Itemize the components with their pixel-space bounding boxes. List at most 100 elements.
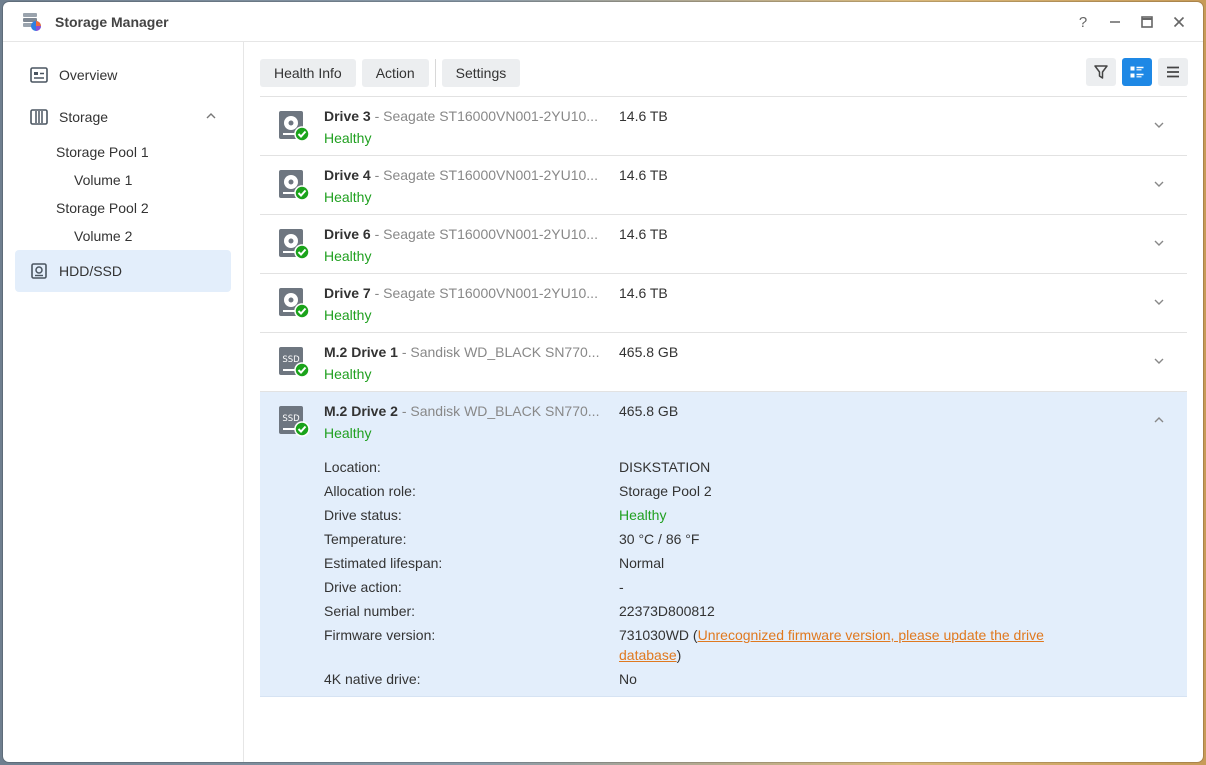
- minimize-button[interactable]: [1103, 10, 1127, 34]
- sidebar-item-label: HDD/SSD: [59, 263, 123, 279]
- detail-value: Healthy: [619, 507, 667, 523]
- ssd-label: SSD: [282, 355, 300, 365]
- sidebar-item-overview[interactable]: Overview: [15, 54, 231, 96]
- minimize-icon: [1110, 21, 1120, 23]
- drive-model: - Seagate ST16000VN001-2YU10...: [370, 226, 598, 242]
- drive-name: Drive 6: [324, 226, 371, 242]
- view-toggle-group: [1086, 58, 1188, 86]
- drive-title: Drive 4 - Seagate ST16000VN001-2YU10...: [324, 167, 598, 183]
- drive-model: - Seagate ST16000VN001-2YU10...: [370, 108, 598, 124]
- list-view-button[interactable]: [1158, 58, 1188, 86]
- drive-details: Location: DISKSTATION Allocation role: Sto…: [324, 457, 1124, 693]
- detail-drive-status: Drive status: Healthy: [324, 505, 1124, 525]
- drive-row[interactable]: SSD M.2 Drive 1 - Sandisk WD_BLACK SN770…: [260, 333, 1187, 392]
- drive-status: Healthy: [324, 248, 372, 264]
- ssd-label: SSD: [282, 414, 300, 424]
- sidebar-item-storage[interactable]: Storage: [15, 96, 231, 138]
- settings-button[interactable]: Settings: [441, 59, 521, 87]
- action-button[interactable]: Action: [361, 59, 429, 87]
- chevron-down-icon[interactable]: [1153, 237, 1165, 249]
- drive-title: Drive 3 - Seagate ST16000VN001-2YU10...: [324, 108, 598, 124]
- drive-title: Drive 6 - Seagate ST16000VN001-2YU10...: [324, 226, 598, 242]
- button-label: Health Info: [274, 65, 342, 81]
- drive-row[interactable]: Drive 3 - Seagate ST16000VN001-2YU10... …: [260, 97, 1187, 156]
- detail-list-icon: [1130, 66, 1144, 78]
- chevron-up-icon[interactable]: [1153, 414, 1165, 426]
- close-icon: [1173, 16, 1185, 28]
- drive-status: Healthy: [324, 366, 372, 382]
- sidebar-item-storage-pool-1[interactable]: Storage Pool 1: [15, 138, 231, 166]
- drive-name: Drive 3: [324, 108, 371, 124]
- storage-manager-window: Storage Manager ? Overview Storage Stora…: [3, 2, 1203, 762]
- detail-value: 731030WD (Unrecognized firmware version,…: [619, 625, 1089, 665]
- toolbar-divider: [434, 59, 436, 87]
- detail-value: -: [619, 579, 624, 595]
- detail-value: 30 °C / 86 °F: [619, 531, 700, 547]
- drive-name: Drive 4: [324, 167, 371, 183]
- storage-manager-app-icon: [23, 12, 41, 31]
- chevron-down-icon[interactable]: [1153, 119, 1165, 131]
- detail-temperature: Temperature: 30 °C / 86 °F: [324, 529, 1124, 549]
- drive-status: Healthy: [324, 425, 372, 441]
- filter-button[interactable]: [1086, 58, 1116, 86]
- detail-label: Firmware version:: [324, 627, 436, 643]
- detail-drive-action: Drive action: -: [324, 577, 1124, 597]
- drive-title: M.2 Drive 1 - Sandisk WD_BLACK SN770...: [324, 344, 599, 360]
- health-info-button[interactable]: Health Info: [260, 59, 356, 87]
- hdd-healthy-icon: [279, 229, 310, 260]
- sidebar-item-label: Volume 2: [74, 228, 133, 244]
- detail-firmware-version: Firmware version: 731030WD (Unrecognized …: [324, 625, 1124, 665]
- drive-size: 14.6 TB: [619, 167, 668, 183]
- overview-icon: [30, 66, 48, 84]
- detail-label: Drive status:: [324, 507, 402, 523]
- sidebar-item-storage-pool-2[interactable]: Storage Pool 2: [15, 194, 231, 222]
- sidebar-item-label: Overview: [59, 67, 118, 83]
- sidebar-item-volume-1[interactable]: Volume 1: [15, 166, 231, 194]
- drive-status: Healthy: [324, 130, 372, 146]
- maximize-button[interactable]: [1135, 10, 1159, 34]
- maximize-icon: [1141, 16, 1153, 28]
- drive-row-expanded[interactable]: SSD M.2 Drive 2 - Sandisk WD_BLACK SN770…: [260, 392, 1187, 697]
- sidebar-item-volume-2[interactable]: Volume 2: [15, 222, 231, 250]
- window-title: Storage Manager: [55, 13, 169, 30]
- filter-icon: [1094, 65, 1108, 79]
- detail-estimated-lifespan: Estimated lifespan: Normal: [324, 553, 1124, 573]
- detail-allocation-role: Allocation role: Storage Pool 2: [324, 481, 1124, 501]
- drive-size: 14.6 TB: [619, 285, 668, 301]
- close-button[interactable]: [1167, 10, 1191, 34]
- drive-size: 14.6 TB: [619, 108, 668, 124]
- button-label: Settings: [455, 65, 507, 81]
- detail-label: Drive action:: [324, 579, 402, 595]
- chevron-down-icon[interactable]: [1153, 296, 1165, 308]
- chevron-down-icon[interactable]: [1153, 355, 1165, 367]
- drive-row[interactable]: Drive 4 - Seagate ST16000VN001-2YU10... …: [260, 156, 1187, 215]
- drive-status: Healthy: [324, 307, 372, 323]
- sidebar-item-label: Storage: [59, 109, 109, 125]
- sidebar-item-label: Storage Pool 1: [56, 144, 149, 160]
- drive-name: M.2 Drive 1: [324, 344, 398, 360]
- storage-icon: [30, 108, 48, 126]
- detail-value: No: [619, 671, 637, 687]
- detail-value: Normal: [619, 555, 665, 571]
- drive-model: - Seagate ST16000VN001-2YU10...: [370, 167, 598, 183]
- drive-row[interactable]: Drive 7 - Seagate ST16000VN001-2YU10... …: [260, 274, 1187, 333]
- detail-label: Estimated lifespan:: [324, 555, 443, 571]
- toolbar: Health Info Action Settings: [260, 58, 1188, 88]
- title-bar: Storage Manager ?: [3, 2, 1203, 42]
- detail-label: Allocation role:: [324, 483, 416, 499]
- detail-label: Temperature:: [324, 531, 407, 547]
- detail-value: DISKSTATION: [619, 459, 711, 475]
- hdd-healthy-icon: [279, 170, 310, 201]
- drive-row[interactable]: Drive 6 - Seagate ST16000VN001-2YU10... …: [260, 215, 1187, 274]
- drive-list: Drive 3 - Seagate ST16000VN001-2YU10... …: [260, 96, 1187, 697]
- sidebar-item-hdd-ssd[interactable]: HDD/SSD: [15, 250, 231, 292]
- detail-view-button[interactable]: [1122, 58, 1152, 86]
- chevron-down-icon[interactable]: [1153, 178, 1165, 190]
- drive-name: M.2 Drive 2: [324, 403, 398, 419]
- drive-model: - Sandisk WD_BLACK SN770...: [397, 344, 600, 360]
- detail-label: Serial number:: [324, 603, 416, 619]
- chevron-up-icon[interactable]: [205, 110, 217, 122]
- help-button[interactable]: ?: [1071, 10, 1095, 34]
- main-panel: Health Info Action Settings Drive 3 - Se…: [245, 42, 1203, 762]
- drive-size: 465.8 GB: [619, 403, 679, 419]
